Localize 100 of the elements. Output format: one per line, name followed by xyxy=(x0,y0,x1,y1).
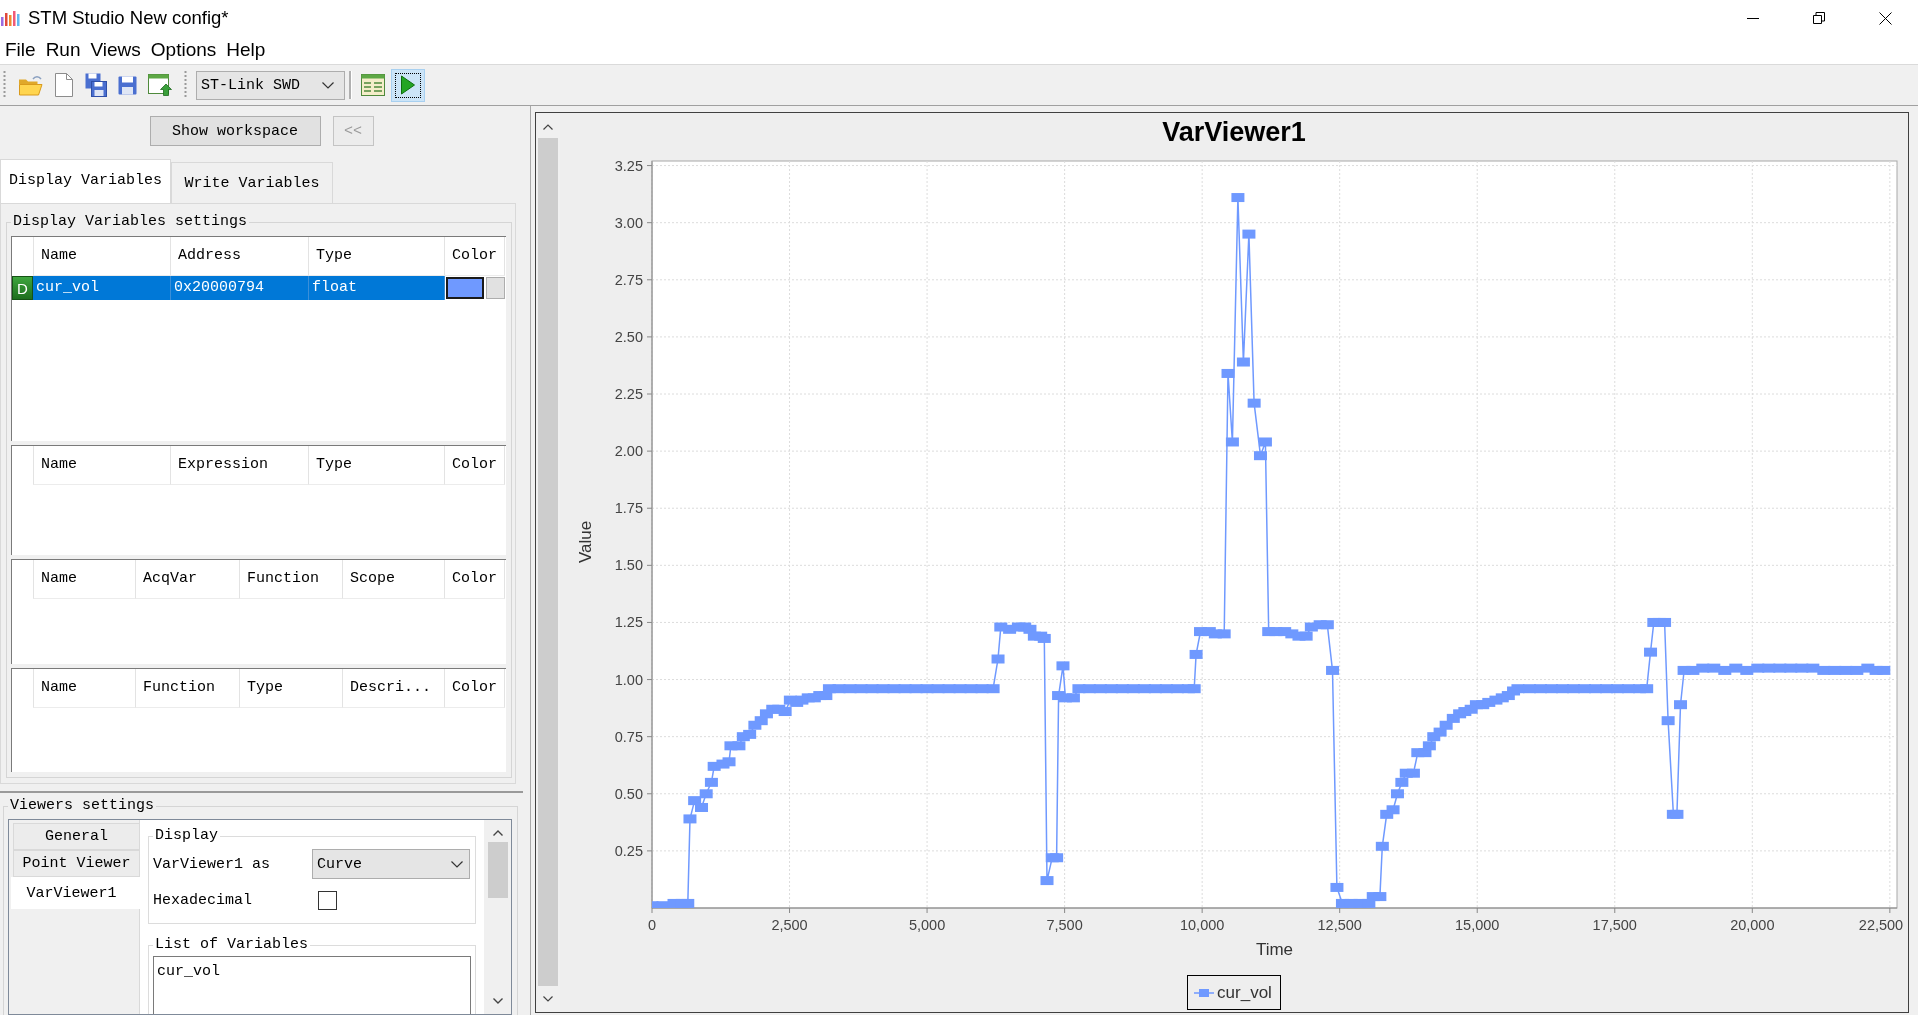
folder-icon[interactable] xyxy=(18,74,43,96)
data-marker xyxy=(986,684,1000,694)
group-title: List of Variables xyxy=(154,936,310,954)
axis-tick-label: 1.75 xyxy=(614,500,643,517)
color-swatch-icon[interactable] xyxy=(446,277,484,299)
field-label: Hexadecimal xyxy=(153,891,254,909)
viewer-tab[interactable]: General xyxy=(13,823,140,850)
type-flag: D xyxy=(12,276,33,300)
data-marker xyxy=(991,654,1005,664)
field-label: VarViewer1 as xyxy=(153,855,272,873)
column-header[interactable]: Type xyxy=(309,446,445,485)
data-marker xyxy=(1231,193,1245,203)
data-marker xyxy=(1644,647,1658,657)
variables-list[interactable]: cur_vol xyxy=(153,956,471,1014)
data-marker xyxy=(732,741,746,751)
column-header[interactable]: Color xyxy=(445,237,505,276)
column-header[interactable]: Function xyxy=(240,560,343,599)
column-header[interactable]: Color xyxy=(445,446,505,485)
play-icon xyxy=(400,75,416,95)
run-button[interactable] xyxy=(391,68,425,102)
scrollbar[interactable] xyxy=(484,820,511,1014)
menu-item[interactable]: Run xyxy=(40,37,86,63)
axis-tick-label: 10,000 xyxy=(1179,917,1225,933)
data-marker xyxy=(1640,684,1654,694)
column-header[interactable]: Expression xyxy=(171,446,309,485)
data-marker xyxy=(1375,841,1389,851)
tab[interactable]: Write Variables xyxy=(171,162,333,203)
bar-chart-icon xyxy=(1,10,20,26)
data-marker xyxy=(1674,700,1687,710)
color-picker-button[interactable] xyxy=(486,277,505,299)
data-marker xyxy=(1658,617,1672,627)
chevron-down-icon xyxy=(451,860,463,868)
list-item[interactable]: cur_vol xyxy=(157,962,467,982)
tab[interactable]: Display Variables xyxy=(0,159,171,203)
table-icon[interactable] xyxy=(361,74,385,96)
axis-tick-label: 3.25 xyxy=(614,157,643,174)
data-marker xyxy=(1299,631,1313,641)
data-marker xyxy=(1221,368,1235,378)
axis-tick-label: 2.25 xyxy=(614,386,643,402)
group-title: Display xyxy=(154,827,219,845)
data-marker xyxy=(699,789,713,799)
axis-tick-label: 0 xyxy=(647,917,657,933)
connection-dropdown[interactable]: ST-Link SWD xyxy=(196,70,345,100)
data-marker xyxy=(704,777,718,787)
scrollbar-thumb[interactable] xyxy=(487,842,508,898)
axis-tick-label: 5,000 xyxy=(908,917,946,933)
show-workspace-button[interactable]: Show workspace xyxy=(149,116,321,146)
menu-item[interactable]: Options xyxy=(145,37,222,63)
column-header[interactable]: Color xyxy=(445,560,505,599)
legend-label: cur_vol xyxy=(1217,982,1272,1003)
column-header[interactable]: Name xyxy=(33,446,171,485)
column-header[interactable]: Name xyxy=(33,669,136,708)
data-marker xyxy=(1187,684,1201,694)
data-marker xyxy=(1406,768,1420,778)
data-marker xyxy=(1373,892,1387,902)
document-icon[interactable] xyxy=(54,73,74,97)
axis-tick-label: 22,500 xyxy=(1858,917,1904,933)
data-marker xyxy=(1253,451,1267,461)
table-cell: 0x20000794 xyxy=(171,276,309,300)
data-marker xyxy=(1217,629,1231,639)
data-marker xyxy=(1326,665,1340,675)
data-marker xyxy=(1439,720,1453,730)
chevron-up-icon xyxy=(492,830,503,836)
column-header[interactable]: Function xyxy=(136,669,240,708)
checkbox[interactable] xyxy=(318,890,337,910)
viewer-tab[interactable]: Point Viewer xyxy=(13,850,140,877)
axis-title: Value xyxy=(576,520,595,564)
scrollbar-thumb[interactable] xyxy=(538,138,558,986)
axis-tick-label: 0.75 xyxy=(614,728,643,745)
table-cell: float xyxy=(309,276,445,300)
axis-tick-label: 17,500 xyxy=(1592,917,1637,933)
table-cell: cur_vol xyxy=(33,276,171,300)
group-title: Viewers settings xyxy=(9,797,156,815)
data-marker xyxy=(1661,716,1675,726)
legend-marker-icon xyxy=(1194,987,1215,998)
data-marker xyxy=(1236,357,1250,367)
viewer-tab[interactable]: VarViewer1 xyxy=(11,877,140,909)
column-header[interactable]: Color xyxy=(445,669,505,708)
table-row[interactable]: D cur_vol 0x20000794 float xyxy=(12,276,506,300)
floppy-disks-icon[interactable] xyxy=(85,73,107,97)
data-marker xyxy=(1040,876,1054,886)
view-mode-dropdown[interactable]: Curve xyxy=(312,849,470,879)
data-marker xyxy=(778,707,792,717)
column-header[interactable]: AcqVar xyxy=(136,560,240,599)
menu-item[interactable]: Views xyxy=(85,37,146,63)
chevron-up-icon xyxy=(543,124,553,130)
data-marker xyxy=(1395,777,1409,787)
axis-tick-label: 2.00 xyxy=(614,443,643,460)
data-marker xyxy=(1386,805,1400,815)
data-marker xyxy=(1877,665,1891,675)
column-header[interactable]: Descri... xyxy=(343,669,445,708)
column-header[interactable]: Scope xyxy=(343,560,445,599)
menu-item[interactable]: File xyxy=(0,37,41,63)
window-title: STM Studio New config* xyxy=(28,7,229,29)
axis-tick-label: 1.25 xyxy=(614,614,643,631)
data-marker xyxy=(695,803,708,812)
column-header[interactable]: Type xyxy=(240,669,343,708)
menu-item[interactable]: Help xyxy=(221,37,271,63)
column-header[interactable]: Name xyxy=(33,560,136,599)
data-marker xyxy=(722,757,736,767)
